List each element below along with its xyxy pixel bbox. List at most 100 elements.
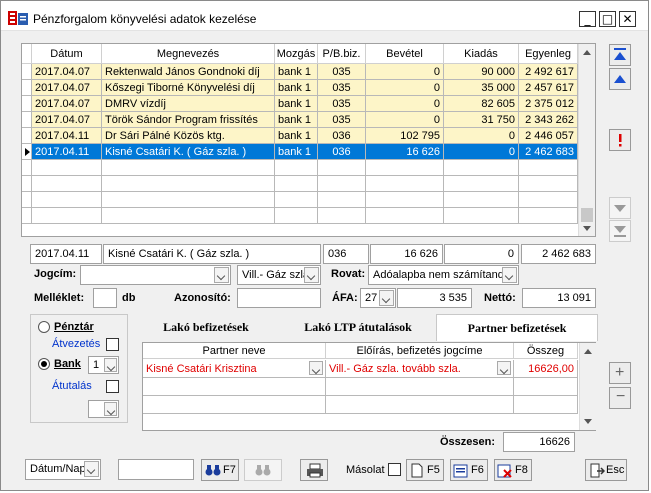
cell-expense[interactable]: 0: [444, 128, 519, 144]
col-header-egyenleg[interactable]: Egyenleg: [519, 44, 578, 64]
cell-date[interactable]: [32, 208, 102, 224]
cell-name[interactable]: Rektenwald János Gondnoki díj: [102, 64, 275, 80]
partner-scrollbar[interactable]: [579, 343, 596, 430]
cell-doc[interactable]: [318, 192, 366, 208]
partner-col-jogcim[interactable]: Előírás, befizetés jogcíme: [326, 343, 514, 359]
minimize-button[interactable]: _: [579, 11, 596, 27]
masolat-checkbox[interactable]: [388, 463, 401, 476]
scroll-up-icon[interactable]: [584, 349, 592, 354]
chevron-down-icon[interactable]: [84, 461, 99, 477]
cell-expense[interactable]: [444, 160, 519, 176]
col-header-datum[interactable]: Dátum: [32, 44, 102, 64]
add-row-button[interactable]: +: [609, 362, 631, 384]
partner-name-cell[interactable]: Kisné Csatári Krisztina: [143, 360, 326, 378]
cell-name[interactable]: DMRV vízdíj: [102, 96, 275, 112]
cell-balance[interactable]: 2 492 617: [519, 64, 578, 80]
chevron-down-icon[interactable]: [379, 290, 394, 306]
first-record-button[interactable]: [609, 44, 631, 66]
print-button[interactable]: [300, 459, 328, 481]
cell-income[interactable]: [366, 208, 444, 224]
cell-doc[interactable]: [318, 160, 366, 176]
cell-mozgas[interactable]: [275, 192, 318, 208]
jogcim-select[interactable]: [80, 265, 231, 285]
bank-label[interactable]: Bank: [54, 357, 81, 371]
scroll-up-icon[interactable]: [583, 50, 591, 55]
chevron-down-icon[interactable]: [104, 402, 117, 416]
cell-income[interactable]: 0: [366, 64, 444, 80]
detail-date[interactable]: 2017.04.11: [30, 244, 102, 264]
penztar-radio[interactable]: [38, 321, 50, 333]
table-row[interactable]: 2017.04.11 Dr Sári Pálné Közös ktg. bank 1…: [22, 128, 578, 144]
cell-income[interactable]: 16 626: [366, 144, 444, 160]
cell-income[interactable]: 0: [366, 80, 444, 96]
cell-date[interactable]: 2017.04.07: [32, 112, 102, 128]
new-f5-button[interactable]: F5: [406, 459, 444, 481]
table-row[interactable]: 2017.04.07 Kőszegi Tiborné Könyvelési díj…: [22, 80, 578, 96]
cell-name[interactable]: Kisné Csatári K. ( Gáz szla. ): [102, 144, 275, 160]
col-header-pbbiz[interactable]: P/B.biz.: [318, 44, 366, 64]
chevron-down-icon[interactable]: [502, 267, 517, 283]
transactions-grid[interactable]: Dátum Megnevezés Mozgás P/B.biz. Bevétel…: [21, 43, 596, 237]
chevron-down-icon[interactable]: [104, 358, 117, 372]
exit-esc-button[interactable]: Esc: [585, 459, 627, 481]
cell-date[interactable]: 2017.04.07: [32, 80, 102, 96]
partner-amount-cell[interactable]: 16626,00: [514, 360, 578, 378]
atutalas-select[interactable]: [88, 400, 119, 418]
cell-expense[interactable]: 0: [444, 144, 519, 160]
cell-mozgas[interactable]: [275, 208, 318, 224]
cell-doc[interactable]: 035: [318, 64, 366, 80]
cell-date[interactable]: [32, 160, 102, 176]
rovat-select[interactable]: Adóalapba nem számítandó: [368, 265, 519, 285]
penztar-label[interactable]: Pénztár: [54, 320, 94, 334]
cell-income[interactable]: [366, 160, 444, 176]
cell-mozgas[interactable]: [275, 176, 318, 192]
cell-doc[interactable]: [318, 176, 366, 192]
last-record-button[interactable]: [609, 220, 631, 242]
cell-balance[interactable]: 2 446 057: [519, 128, 578, 144]
melleklet-input[interactable]: [93, 288, 117, 308]
cell-date[interactable]: 2017.04.07: [32, 64, 102, 80]
tab-partner-befizetesek[interactable]: Partner befizetések: [436, 314, 598, 341]
cell-mozgas[interactable]: bank 1: [275, 144, 318, 160]
vill-select[interactable]: Vill.- Gáz szla.: [237, 265, 321, 285]
grid-scrollbar[interactable]: [578, 44, 595, 236]
cell-income[interactable]: 0: [366, 96, 444, 112]
cell-date[interactable]: 2017.04.11: [32, 144, 102, 160]
cell-expense[interactable]: 90 000: [444, 64, 519, 80]
col-header-mozgas[interactable]: Mozgás: [275, 44, 318, 64]
cell-balance[interactable]: 2 343 262: [519, 112, 578, 128]
cell-mozgas[interactable]: bank 1: [275, 112, 318, 128]
col-header-bevetel[interactable]: Bevétel: [366, 44, 444, 64]
scroll-down-icon[interactable]: [584, 419, 592, 424]
table-row[interactable]: 2017.04.07 DMRV vízdíj bank 1 035 0 82 605 2 3…: [22, 96, 578, 112]
maximize-button[interactable]: □: [599, 11, 616, 27]
cell-doc[interactable]: 035: [318, 96, 366, 112]
table-row[interactable]: 2017.04.11 Kisné Csatári K. ( Gáz szla. )…: [22, 144, 578, 160]
cell-balance[interactable]: 2 375 012: [519, 96, 578, 112]
partner-col-osszeg[interactable]: Összeg: [514, 343, 578, 359]
chevron-down-icon[interactable]: [214, 267, 229, 283]
atutalas-checkbox[interactable]: [106, 380, 119, 393]
chevron-down-icon[interactable]: [304, 267, 319, 283]
cell-expense[interactable]: [444, 208, 519, 224]
cell-doc[interactable]: 036: [318, 128, 366, 144]
cell-balance[interactable]: [519, 176, 578, 192]
cell-expense[interactable]: [444, 176, 519, 192]
cell-balance[interactable]: [519, 208, 578, 224]
cell-name[interactable]: Török Sándor Program frissítés: [102, 112, 275, 128]
cell-name[interactable]: Kőszegi Tiborné Könyvelési díj: [102, 80, 275, 96]
cell-income[interactable]: [366, 192, 444, 208]
prev-record-button[interactable]: [609, 68, 631, 90]
edit-f6-button[interactable]: F6: [450, 459, 488, 481]
next-record-button[interactable]: [609, 197, 631, 219]
cell-name[interactable]: [102, 208, 275, 224]
cell-mozgas[interactable]: [275, 160, 318, 176]
find-next-button[interactable]: [244, 459, 282, 481]
detail-name[interactable]: Kisné Csatári K. ( Gáz szla. ): [103, 244, 321, 264]
cell-date[interactable]: [32, 176, 102, 192]
cell-balance[interactable]: 2 462 683: [519, 144, 578, 160]
detail-doc[interactable]: 036: [323, 244, 369, 264]
bank-radio[interactable]: [38, 358, 50, 370]
cell-doc[interactable]: 035: [318, 112, 366, 128]
chevron-down-icon[interactable]: [309, 361, 323, 375]
